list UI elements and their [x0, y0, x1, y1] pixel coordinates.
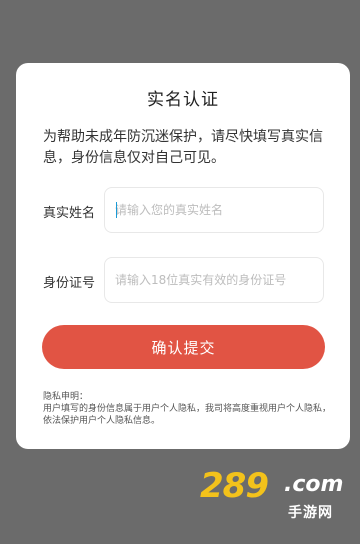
real-name-input[interactable]: [104, 187, 324, 233]
watermark-number: 289: [200, 466, 269, 506]
privacy-statement: 隐私申明： 用户填写的身份信息属于用户个人隐私，我司将高度重视用户个人隐私，依法…: [43, 391, 333, 427]
text-caret: [116, 202, 117, 218]
real-name-dialog: 实名认证 为帮助未成年防沉迷保护，请尽快填写真实信息，身份信息仅对自己可见。 真…: [16, 63, 350, 449]
privacy-text: 用户填写的身份信息属于用户个人隐私，我司将高度重视用户个人隐私，依法保护用户个人…: [43, 404, 332, 426]
dialog-intro-text: 为帮助未成年防沉迷保护，请尽快填写真实信息，身份信息仅对自己可见。: [43, 129, 323, 166]
id-number-input[interactable]: [104, 257, 324, 303]
submit-button[interactable]: 确认提交: [42, 325, 325, 369]
id-label: 身份证号: [43, 276, 96, 291]
name-label: 真实姓名: [43, 206, 96, 221]
privacy-title: 隐私申明：: [43, 392, 89, 402]
watermark-subtitle: 手游网: [288, 505, 333, 521]
watermark-domain: .com: [284, 472, 344, 497]
dialog-title: 实名认证: [147, 90, 219, 110]
watermark-logo: 289 .com 手游网: [200, 466, 348, 528]
